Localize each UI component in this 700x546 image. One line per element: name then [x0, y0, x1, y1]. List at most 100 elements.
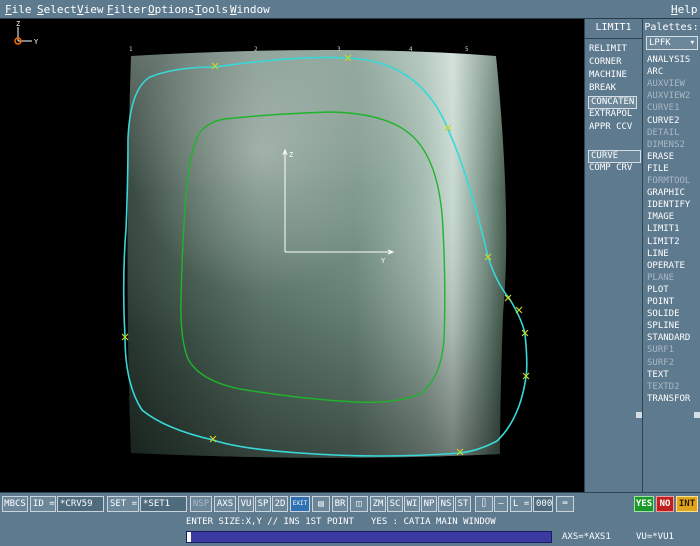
viewport-canvas: Z Y 1 2 3 4 5 Z Y: [14, 20, 530, 458]
progress-bar: [186, 531, 552, 543]
cylinder-icon[interactable]: ⌷: [475, 496, 493, 512]
cmd-corner[interactable]: CORNER: [589, 57, 622, 68]
cmd-concaten[interactable]: CONCATEN: [588, 96, 638, 109]
palette-item-curve1[interactable]: CURVE1: [647, 103, 680, 114]
bottom-toolbar: MBCS ID = *CRV59 SET = *SET1 NSP AXS VU …: [0, 492, 700, 514]
nsp-button[interactable]: NSP: [190, 496, 212, 512]
cmd-machine[interactable]: MACHINE: [589, 70, 627, 81]
palette-item-text[interactable]: TEXT: [647, 370, 669, 381]
palette-item-plane[interactable]: PLANE: [647, 273, 674, 284]
2d-button[interactable]: 2D: [272, 496, 288, 512]
palette-item-solide[interactable]: SOLIDE: [647, 309, 680, 320]
palettes-scroll-handle[interactable]: [694, 412, 700, 418]
palette-item-curve2[interactable]: CURVE2: [647, 116, 680, 127]
menu-bar: File Select View Filter Options Tools Wi…: [0, 0, 700, 19]
id-field[interactable]: *CRV59: [57, 496, 104, 512]
palette-item-detail[interactable]: DETAIL: [647, 128, 680, 139]
zm-button[interactable]: ZM: [370, 496, 386, 512]
divider: [585, 38, 642, 39]
palette-item-plot[interactable]: PLOT: [647, 285, 669, 296]
palette-item-identify[interactable]: IDENTIFY: [647, 200, 690, 211]
yes-button[interactable]: YES: [634, 496, 654, 512]
menu-view[interactable]: View: [77, 3, 104, 16]
geometry-viewport[interactable]: Z Y 1 2 3 4 5 Z Y: [0, 19, 584, 492]
palette-item-transfor[interactable]: TRANSFOR: [647, 394, 690, 405]
ruler-label: 3: [337, 46, 341, 53]
command-panel-title: LIMIT1: [595, 22, 632, 33]
ruler-label: 2: [254, 46, 258, 53]
palettes-title: Palettes:: [644, 22, 699, 33]
menu-window[interactable]: Window: [230, 3, 270, 16]
palette-select[interactable]: LPFK ▾: [646, 36, 698, 50]
menu-filter[interactable]: Filter: [107, 3, 147, 16]
int-button[interactable]: INT: [676, 496, 698, 512]
palette-item-operate[interactable]: OPERATE: [647, 261, 685, 272]
set-field[interactable]: *SET1: [140, 496, 187, 512]
cmd-extrapol[interactable]: EXTRAPOL: [589, 109, 632, 120]
sc-button[interactable]: SC: [387, 496, 403, 512]
ruler-label: 5: [465, 46, 469, 53]
menu-file[interactable]: File: [5, 3, 32, 16]
keyboard-icon[interactable]: ⌨: [556, 496, 574, 512]
triad-z-label: Z: [16, 20, 20, 28]
palette-select-value: LPFK: [649, 38, 671, 48]
exit-button[interactable]: EXIT: [290, 496, 310, 512]
status-bar: ENTER SIZE:X,Y // INS 1ST POINT YES : CA…: [0, 514, 700, 546]
dash-button[interactable]: —: [494, 496, 508, 512]
palette-item-spline[interactable]: SPLINE: [647, 321, 680, 332]
axis-triad-icon: [14, 27, 32, 45]
printer-icon[interactable]: ▤: [312, 496, 330, 512]
cmd-curve[interactable]: CURVE: [588, 150, 641, 163]
l-label: L =: [510, 496, 532, 512]
menu-select[interactable]: Select: [37, 3, 77, 16]
shade-icon[interactable]: ◫: [350, 496, 368, 512]
palette-item-dimens2[interactable]: DIMENS2: [647, 140, 685, 151]
sp-button[interactable]: SP: [255, 496, 271, 512]
yes-hint-text: YES : CATIA MAIN WINDOW: [371, 517, 496, 527]
np-button[interactable]: NP: [421, 496, 437, 512]
ruler-label: 1: [129, 46, 133, 53]
palette-item-arc[interactable]: ARC: [647, 67, 663, 78]
palette-item-standard[interactable]: STANDARD: [647, 333, 690, 344]
palette-item-limit1[interactable]: LIMIT1: [647, 224, 680, 235]
no-button[interactable]: NO: [656, 496, 674, 512]
progress-fill: [187, 532, 191, 542]
menu-help[interactable]: Help: [671, 3, 698, 16]
surface-patch[interactable]: [127, 50, 507, 458]
palette-item-graphic[interactable]: GRAPHIC: [647, 188, 685, 199]
palette-item-surf1[interactable]: SURF1: [647, 345, 674, 356]
center-z-label: Z: [289, 151, 293, 159]
palette-item-analysis[interactable]: ANALYSIS: [647, 55, 690, 66]
cmd-relimit[interactable]: RELIMIT: [589, 44, 627, 55]
vu-button[interactable]: VU: [238, 496, 254, 512]
menu-tools[interactable]: Tools: [195, 3, 228, 16]
palette-item-erase[interactable]: ERASE: [647, 152, 674, 163]
palette-item-surf2[interactable]: SURF2: [647, 358, 674, 369]
command-panel: LIMIT1 RELIMIT CORNER MACHINE BREAK CONC…: [584, 19, 642, 492]
palette-item-file[interactable]: FILE: [647, 164, 669, 175]
mbcs-button[interactable]: MBCS: [2, 496, 28, 512]
chevron-down-icon: ▾: [689, 38, 695, 48]
palette-item-auxview2[interactable]: AUXVIEW2: [647, 91, 690, 102]
set-label: SET =: [107, 496, 139, 512]
palette-item-point[interactable]: POINT: [647, 297, 674, 308]
st-button[interactable]: ST: [455, 496, 471, 512]
palettes-panel: Palettes: LPFK ▾ ANALYSIS ARC AUXVIEW AUXVI…: [642, 19, 700, 492]
br-button[interactable]: BR: [332, 496, 348, 512]
palette-item-limit2[interactable]: LIMIT2: [647, 237, 680, 248]
axs-button[interactable]: AXS: [214, 496, 236, 512]
ns-button[interactable]: NS: [438, 496, 454, 512]
menu-options[interactable]: Options: [148, 3, 194, 16]
triad-y-label: Y: [34, 38, 39, 46]
wi-button[interactable]: WI: [404, 496, 420, 512]
cmd-break[interactable]: BREAK: [589, 83, 616, 94]
palette-item-line[interactable]: LINE: [647, 249, 669, 260]
cmd-comp-crv[interactable]: COMP CRV: [589, 163, 632, 174]
palette-item-auxview[interactable]: AUXVIEW: [647, 79, 685, 90]
palette-item-textd2[interactable]: TEXTD2: [647, 382, 680, 393]
l-field[interactable]: 000: [533, 496, 553, 512]
vu-status: VU=*VU1: [636, 532, 674, 542]
palette-item-formtool[interactable]: FORMTOOL: [647, 176, 690, 187]
palette-item-image[interactable]: IMAGE: [647, 212, 674, 223]
cmd-appr-ccv[interactable]: APPR CCV: [589, 122, 632, 133]
